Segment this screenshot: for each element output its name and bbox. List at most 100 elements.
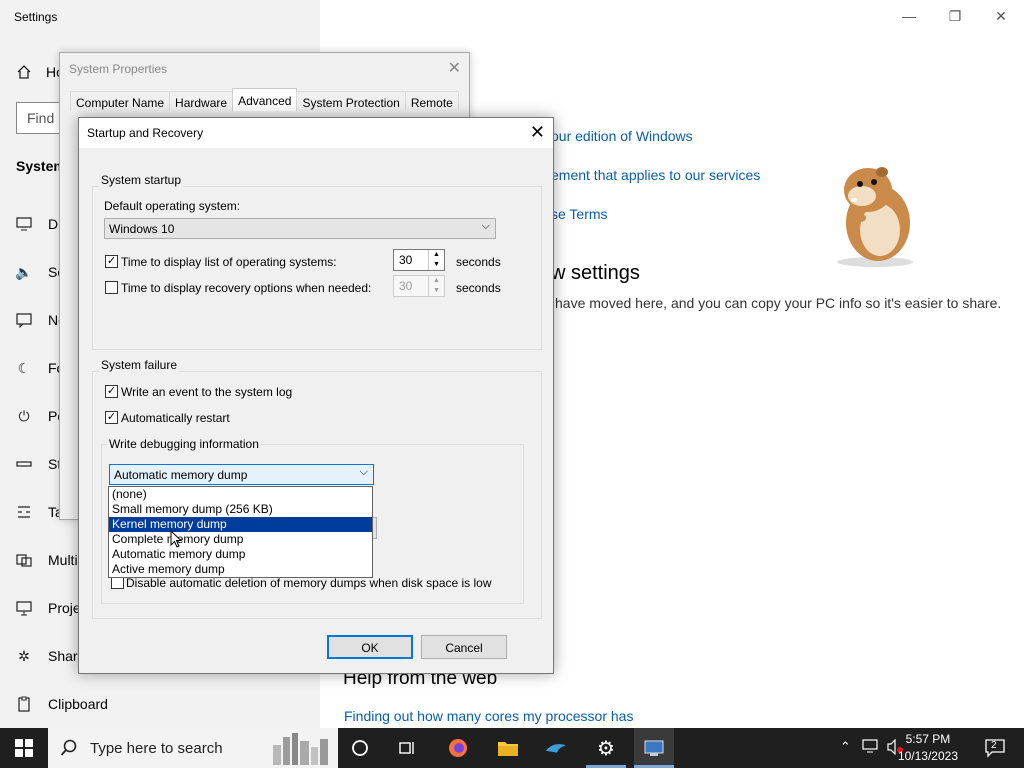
spin-up-icon[interactable]: ▲ — [429, 250, 444, 260]
taskbar-clock[interactable]: 5:57 PM 10/13/2023 — [898, 731, 958, 765]
taskbar: Type here to search ⚙ ⌃ 5:57 PM 10/13/20… — [0, 728, 1024, 768]
dropdown-option[interactable]: Automatic memory dump — [109, 547, 372, 562]
sidebar-item-display[interactable]: Di — [16, 216, 61, 232]
license-terms-link[interactable]: se Terms — [551, 206, 608, 222]
debug-info-value: Automatic memory dump — [114, 468, 248, 482]
system-properties-tabs: Computer Name Hardware Advanced System P… — [70, 88, 459, 111]
clock-date: 10/13/2023 — [897, 749, 958, 763]
dropdown-option[interactable]: Active memory dump — [109, 562, 372, 577]
default-os-select[interactable]: Windows 10 ⌵ — [104, 218, 496, 239]
power-icon: ⏻ — [18, 407, 30, 424]
clipboard-icon — [18, 696, 30, 712]
startup-recovery-titlebar: Startup and Recovery ✕ — [79, 118, 553, 148]
notification-count: 2 — [991, 740, 997, 751]
display-list-spinner[interactable]: 30 ▲ ▼ — [393, 249, 445, 271]
system-properties-taskbar-icon[interactable] — [634, 728, 674, 768]
file-explorer-icon[interactable] — [496, 736, 520, 760]
search-icon — [60, 739, 77, 756]
system-properties-close-button[interactable]: ✕ — [448, 58, 461, 78]
system-failure-label: System failure — [99, 358, 180, 372]
edition-link[interactable]: our edition of Windows — [551, 128, 693, 144]
close-button[interactable]: ✕ — [978, 0, 1024, 32]
minimize-button[interactable]: — — [886, 0, 932, 32]
sidebar-item-focus[interactable]: ☾ Fo — [16, 359, 65, 377]
sidebar-item-clipboard[interactable]: Clipboard — [16, 696, 108, 712]
system-startup-label: System startup — [99, 173, 184, 187]
sound-icon: 🔈 — [15, 263, 33, 280]
sidebar-item-shared[interactable]: ✲ Share — [16, 647, 85, 665]
default-os-value: Windows 10 — [109, 222, 175, 236]
recovery-options-spinner: 30 ▲ ▼ — [393, 275, 445, 297]
task-view-icon[interactable] — [396, 736, 420, 760]
sidebar-item-tablet[interactable]: Ta — [16, 504, 63, 520]
hamster-mascot-icon[interactable] — [830, 158, 920, 268]
sidebar-item-storage[interactable]: St — [16, 456, 61, 472]
tab-computer-name[interactable]: Computer Name — [70, 91, 171, 111]
disable-deletion-label: Disable automatic deletion of memory dum… — [126, 576, 492, 590]
write-event-checkbox[interactable] — [105, 385, 118, 398]
services-agreement-link[interactable]: ement that applies to our services — [551, 167, 760, 183]
shared-icon: ✲ — [18, 647, 30, 664]
spin-up-icon: ▲ — [433, 277, 440, 284]
startup-recovery-title: Startup and Recovery — [87, 126, 204, 140]
tab-hardware[interactable]: Hardware — [169, 91, 234, 111]
display-list-value: 30 — [399, 253, 413, 267]
tab-advanced[interactable]: Advanced — [232, 88, 298, 111]
recovery-options-value: 30 — [399, 279, 413, 293]
multitasking-icon — [16, 554, 32, 567]
debug-info-dropdown-list[interactable]: (none) Small memory dump (256 KB) Kernel… — [108, 486, 373, 578]
mouse-cursor-icon — [170, 530, 182, 548]
settings-window-title: Settings — [14, 10, 58, 24]
debug-info-select[interactable]: Automatic memory dump ⌵ — [109, 464, 374, 485]
city-skyline-icon — [273, 733, 328, 765]
sidebar-item-sound[interactable]: 🔈 So — [15, 263, 65, 281]
auto-restart-checkbox[interactable] — [105, 411, 118, 424]
tab-remote[interactable]: Remote — [404, 91, 459, 111]
windows-start-icon[interactable] — [14, 738, 34, 758]
focus-icon: ☾ — [17, 359, 31, 376]
tab-system-protection[interactable]: System Protection — [296, 91, 406, 111]
dolphin-app-icon[interactable] — [544, 736, 568, 760]
cortana-icon[interactable] — [348, 736, 372, 760]
clock-time: 5:57 PM — [905, 732, 951, 746]
chevron-down-icon: ⌵ — [481, 220, 490, 232]
storage-icon — [16, 461, 32, 467]
cancel-button[interactable]: Cancel — [421, 635, 507, 659]
notification-center-icon[interactable]: 2 — [984, 737, 1006, 759]
settings-gear-icon[interactable]: ⚙ — [594, 736, 618, 760]
sidebar-item-power[interactable]: ⏻ Po — [16, 407, 65, 425]
restore-button[interactable]: ❐ — [932, 0, 978, 32]
display-list-label: Time to display list of operating system… — [121, 255, 337, 269]
chevron-up-icon[interactable]: ⌃ — [840, 739, 851, 755]
recovery-options-unit: seconds — [456, 281, 501, 295]
startup-recovery-close-button[interactable]: ✕ — [530, 122, 545, 143]
default-os-label: Default operating system: — [104, 199, 241, 213]
dropdown-option[interactable]: Complete memory dump — [109, 532, 372, 547]
notifications-icon — [16, 313, 32, 328]
home-icon — [17, 65, 31, 79]
display-list-checkbox[interactable] — [105, 255, 118, 268]
spin-down-icon[interactable]: ▼ — [429, 260, 444, 270]
sidebar-item-projecting[interactable]: Proje — [16, 600, 81, 616]
ok-button[interactable]: OK — [327, 635, 413, 659]
dropdown-option[interactable]: Small memory dump (256 KB) — [109, 502, 372, 517]
dropdown-option-highlighted[interactable]: Kernel memory dump — [109, 517, 372, 532]
recovery-options-label: Time to display recovery options when ne… — [121, 281, 372, 295]
recovery-options-checkbox[interactable] — [105, 281, 118, 294]
help-link[interactable]: Finding out how many cores my processor … — [344, 708, 633, 724]
system-properties-title: System Properties — [69, 62, 168, 76]
spin-down-icon: ▼ — [433, 287, 440, 294]
sidebar-item-label: Clipboard — [48, 696, 108, 712]
auto-restart-label: Automatically restart — [121, 411, 230, 425]
tablet-icon — [18, 506, 30, 518]
taskbar-search-box[interactable]: Type here to search — [48, 728, 338, 768]
firefox-icon[interactable] — [446, 736, 470, 760]
sidebar-item-multitasking[interactable]: Multi — [16, 552, 78, 568]
taskbar-search-placeholder: Type here to search — [90, 739, 223, 757]
sidebar-item-label: Proje — [48, 600, 81, 616]
dropdown-option[interactable]: (none) — [109, 487, 372, 502]
network-icon[interactable] — [862, 739, 878, 756]
write-event-label: Write an event to the system log — [121, 385, 293, 399]
sidebar-home[interactable]: Ho — [16, 64, 64, 80]
sidebar-item-label: Multi — [48, 552, 78, 568]
